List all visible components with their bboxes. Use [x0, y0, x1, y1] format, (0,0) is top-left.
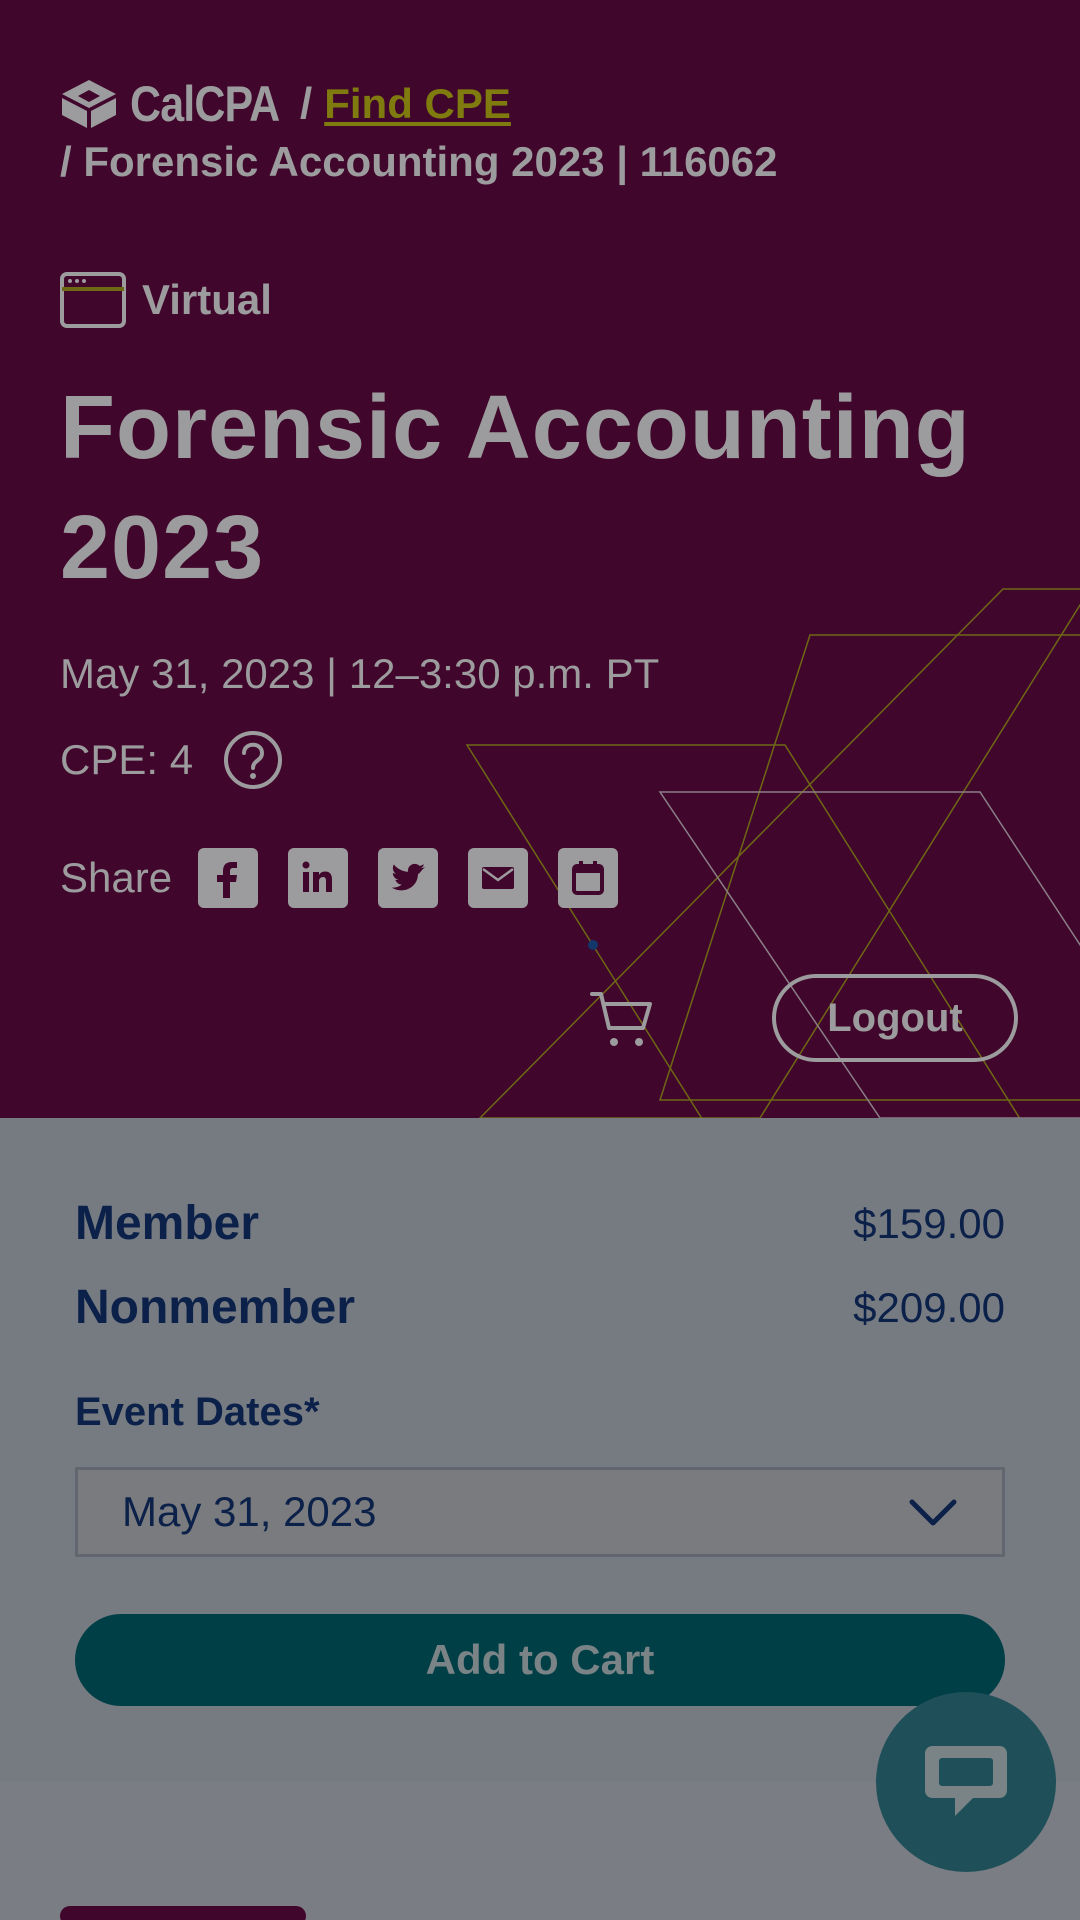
selected-date: May 31, 2023: [122, 1488, 377, 1535]
price-label: Nonmember: [75, 1281, 356, 1334]
cpe-credits: CPE: 4: [60, 730, 283, 790]
live-chat-button[interactable]: [876, 1692, 1056, 1872]
page-title: Forensic Accounting 2023: [60, 378, 971, 598]
share-bar: Share: [60, 848, 648, 908]
share-linkedin-button[interactable]: [288, 848, 349, 908]
share-label: Share: [60, 854, 173, 901]
facebook-icon: [217, 862, 238, 898]
browser-window-icon: [60, 272, 126, 328]
breadcrumb: CalCPA / Find CPE / Forensic Accounting …: [60, 76, 1040, 186]
linkedin-icon: [302, 861, 333, 892]
add-to-cart-button[interactable]: Add to Cart: [75, 1614, 1005, 1706]
price-row-member: Member $159.00: [75, 1196, 1005, 1251]
email-icon: [482, 867, 515, 889]
chat-bubble-icon: [925, 1746, 1007, 1816]
share-email-button[interactable]: [468, 848, 529, 908]
price-row-nonmember: Nonmember $209.00: [75, 1280, 1005, 1335]
calcpa-logo-text[interactable]: CalCPA: [130, 75, 280, 133]
question-circle-icon[interactable]: [223, 730, 283, 790]
page: CalCPA / Find CPE / Forensic Accounting …: [0, 0, 1080, 1920]
event-hero: CalCPA / Find CPE / Forensic Accounting …: [0, 0, 1080, 1118]
event-dates-label: Event Dates*: [75, 1390, 320, 1434]
twitter-icon: [391, 863, 426, 891]
price-value: $159.00: [853, 1199, 1005, 1247]
event-format: Virtual: [60, 272, 272, 328]
event-date-time: May 31, 2023 | 12–3:30 p.m. PT: [60, 650, 660, 697]
section-tab-indicator: [60, 1906, 306, 1920]
add-to-calendar-button[interactable]: [558, 848, 619, 908]
calcpa-logo-icon[interactable]: [60, 78, 118, 130]
event-date-select[interactable]: May 31, 2023: [75, 1467, 1005, 1557]
logout-button[interactable]: Logout: [772, 974, 1018, 1062]
breadcrumb-separator: /: [300, 79, 313, 128]
breadcrumb-current: / Forensic Accounting 2023 | 116062: [60, 138, 778, 185]
share-facebook-button[interactable]: [198, 848, 259, 908]
calendar-icon: [572, 861, 605, 895]
format-label: Virtual: [142, 276, 272, 323]
cart-icon[interactable]: [590, 990, 654, 1050]
share-twitter-button[interactable]: [378, 848, 439, 908]
breadcrumb-link-find-cpe[interactable]: Find CPE: [324, 80, 511, 128]
price-value: $209.00: [853, 1283, 1005, 1331]
price-label: Member: [75, 1197, 260, 1250]
chevron-down-icon: [909, 1499, 957, 1526]
cpe-label: CPE: 4: [60, 736, 194, 783]
indicator-dot: [588, 940, 598, 950]
